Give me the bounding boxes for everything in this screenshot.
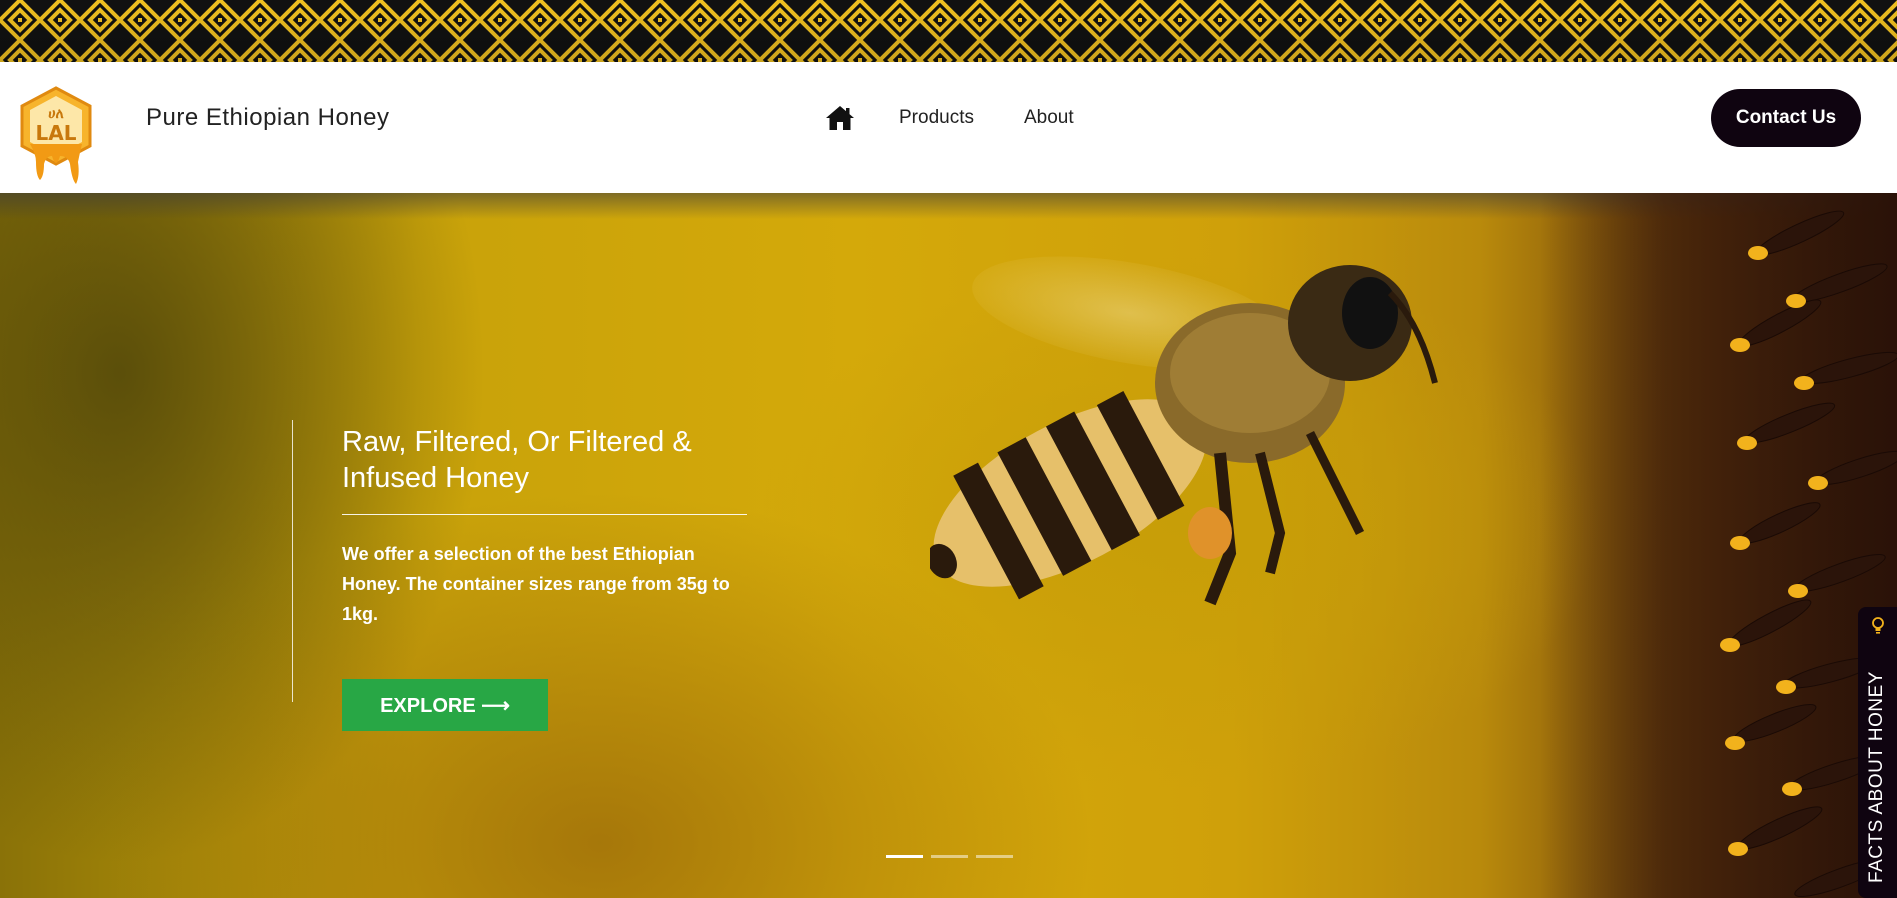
bee-image [930,256,1438,606]
honeycomb-logo-icon: ሀለ LAL [20,86,92,184]
lightbulb-icon [1872,617,1884,634]
sunflower-stamens-image [1540,193,1897,898]
carousel-indicators [886,855,1021,858]
home-icon [826,106,854,130]
facts-tab-label: FACTS ABOUT HONEY [1866,671,1887,883]
carousel-indicator[interactable] [976,855,1013,858]
nav-home-link[interactable] [825,103,855,133]
svg-text:ሀለ: ሀለ [48,106,64,122]
svg-text:LAL: LAL [36,121,77,145]
hero-divider [342,514,747,515]
main-nav: Products About [825,98,1124,138]
hero-title: Raw, Filtered, Or Filtered & Infused Hon… [342,426,692,494]
decorative-pattern-band [0,0,1897,62]
carousel-indicator[interactable] [886,855,923,858]
brand-logo[interactable]: ሀለ LAL [16,84,96,190]
hero-description: We offer a selection of the best Ethiopi… [342,544,730,624]
hero-carousel: Raw, Filtered, Or Filtered & Infused Hon… [0,193,1897,898]
pattern-graphic [0,0,1897,62]
hero-caption: Raw, Filtered, Or Filtered & Infused Hon… [292,420,752,702]
nav-link-about[interactable]: About [1024,107,1074,129]
nav-link-products[interactable]: Products [899,107,974,129]
carousel-indicator[interactable] [931,855,968,858]
contact-us-button[interactable]: Contact Us [1711,89,1861,147]
site-header: ሀለ LAL Pure Ethiopian Honey Products Abo… [0,62,1897,193]
explore-button[interactable]: EXPLORE ⟶ [342,679,548,731]
brand-name: Pure Ethiopian Honey [146,104,390,131]
facts-about-honey-tab[interactable]: FACTS ABOUT HONEY [1858,607,1897,898]
